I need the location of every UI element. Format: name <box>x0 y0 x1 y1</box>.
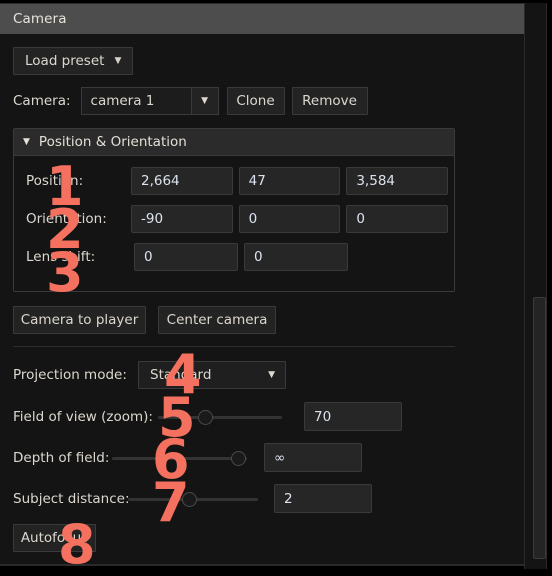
subject-distance-value-field[interactable]: 2 <box>274 484 372 513</box>
autofocus-button[interactable]: Autofocus <box>13 524 96 552</box>
panel-body: Load preset ▼ Camera: camera 1 ▼ Clone R… <box>0 34 534 566</box>
chevron-down-icon: ▼ <box>114 55 122 66</box>
position-y-field[interactable]: 47 <box>238 167 341 195</box>
center-camera-button[interactable]: Center camera <box>158 306 276 334</box>
subject-distance-label: Subject distance: <box>13 490 130 507</box>
remove-label: Remove <box>302 92 357 109</box>
slider-track <box>112 456 247 460</box>
field-of-view-label: Field of view (zoom): <box>13 408 153 425</box>
field-of-view-value-field[interactable]: 70 <box>304 402 402 431</box>
page-title: Camera <box>13 11 67 27</box>
projection-mode-select[interactable]: Standard ▼ <box>138 361 286 389</box>
slider-thumb[interactable] <box>182 491 197 507</box>
clone-label: Clone <box>236 92 275 109</box>
slider-thumb[interactable] <box>198 409 213 425</box>
titlebar: Camera <box>0 3 534 34</box>
lens-shift-y-field[interactable]: 0 <box>244 243 348 271</box>
position-orientation-group-header[interactable]: ▼ Position & Orientation <box>14 129 454 156</box>
chevron-down-icon[interactable]: ▼ <box>190 87 219 115</box>
projection-mode-label: Projection mode: <box>13 367 127 383</box>
position-label: Position: <box>26 173 84 189</box>
orientation-y-field[interactable]: 0 <box>238 205 341 233</box>
camera-select-label: Camera: <box>13 93 71 109</box>
field-of-view-slider[interactable] <box>158 407 282 427</box>
center-camera-label: Center camera <box>166 311 268 328</box>
depth-of-field-label: Depth of field: <box>13 449 110 466</box>
camera-combobox-value[interactable]: camera 1 <box>80 87 191 115</box>
position-z-field[interactable]: 3,584 <box>346 167 449 195</box>
position-orientation-group: ▼ Position & Orientation Position: 2,664… <box>13 128 455 292</box>
camera-combobox[interactable]: camera 1 ▼ <box>80 87 219 115</box>
vertical-scrollbar-thumb[interactable] <box>533 297 546 559</box>
position-orientation-group-title: Position & Orientation <box>38 134 187 150</box>
depth-of-field-value-field[interactable]: ∞ <box>264 443 362 472</box>
subject-distance-slider[interactable] <box>128 489 258 509</box>
slider-thumb[interactable] <box>231 450 246 466</box>
camera-to-player-label: Camera to player <box>20 311 139 328</box>
autofocus-label: Autofocus <box>20 529 89 546</box>
position-orientation-group-body: Position: 2,664 47 3,584 Orientation: -9… <box>14 156 454 271</box>
orientation-label: Orientation: <box>26 211 107 227</box>
position-x-field[interactable]: 2,664 <box>131 167 233 195</box>
chevron-down-icon: ▼ <box>268 370 275 380</box>
triangle-down-icon: ▼ <box>23 137 30 147</box>
load-preset-label: Load preset <box>25 52 105 69</box>
load-preset-button[interactable]: Load preset ▼ <box>13 47 134 75</box>
orientation-row: Orientation: -90 0 0 <box>14 205 454 233</box>
lens-shift-x-field[interactable]: 0 <box>134 243 238 271</box>
orientation-z-field[interactable]: 0 <box>346 205 449 233</box>
depth-of-field-slider[interactable] <box>112 448 247 468</box>
camera-to-player-button[interactable]: Camera to player <box>13 306 146 334</box>
projection-mode-value: Standard <box>150 367 212 383</box>
camera-panel-window: Camera Load preset ▼ Camera: camera 1 ▼ … <box>0 0 552 572</box>
section-divider <box>13 346 455 347</box>
lens-shift-label: Lens shift: <box>26 249 96 265</box>
lens-shift-row: Lens shift: 0 0 <box>14 243 454 271</box>
remove-button[interactable]: Remove <box>291 87 368 115</box>
position-row: Position: 2,664 47 3,584 <box>14 167 454 195</box>
clone-button[interactable]: Clone <box>226 87 285 115</box>
orientation-x-field[interactable]: -90 <box>131 205 233 233</box>
slider-track <box>158 415 282 419</box>
